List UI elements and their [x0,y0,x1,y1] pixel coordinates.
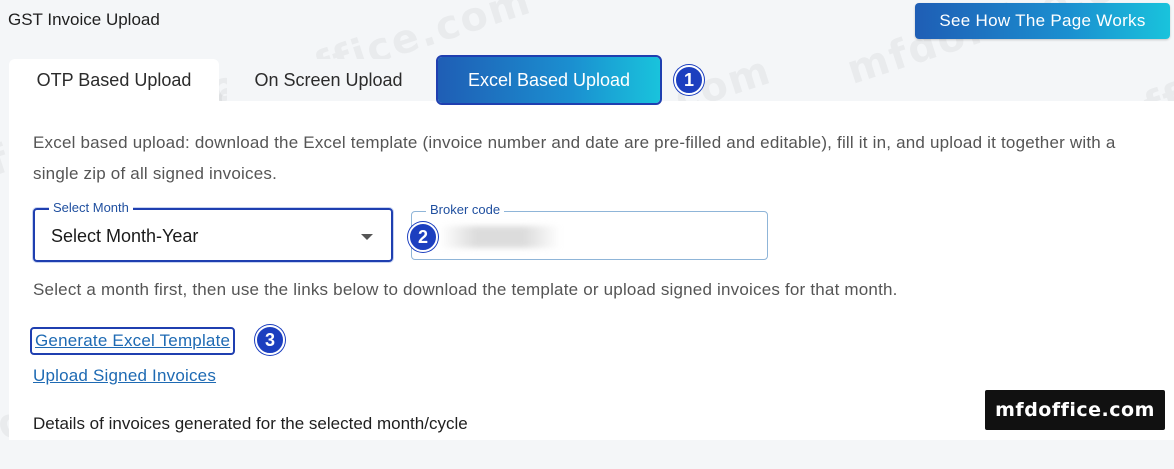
brand-logo: mfdoffice.com [985,390,1165,430]
callout-badge-3: 3 [255,325,285,355]
callout-badge-1: 1 [674,65,704,95]
page-title: GST Invoice Upload [8,10,160,29]
upload-signed-invoices-link[interactable]: Upload Signed Invoices [33,366,216,386]
broker-code-field[interactable]: Broker code [411,202,768,260]
invoice-details-heading: Details of invoices generated for the se… [33,414,468,433]
callout-badge-2: 2 [408,222,438,252]
month-select-label: Select Month [49,200,133,216]
upload-description: Excel based upload: download the Excel t… [33,133,1116,183]
month-select[interactable]: Select Month Select Month-Year [33,200,393,262]
tab-excel-upload[interactable]: Excel Based Upload [436,55,662,105]
tab-on-screen-upload[interactable]: On Screen Upload [227,59,430,101]
tab-otp-upload[interactable]: OTP Based Upload [9,59,219,101]
month-select-value: Select Month-Year [51,226,199,246]
broker-code-label: Broker code [426,202,505,218]
see-how-button[interactable]: See How The Page Works [915,3,1170,39]
month-hint-text: Select a month first, then use the links… [33,280,898,299]
redacted-value [440,226,560,248]
generate-excel-template-link[interactable]: Generate Excel Template [30,327,236,355]
chevron-down-icon [361,234,373,240]
